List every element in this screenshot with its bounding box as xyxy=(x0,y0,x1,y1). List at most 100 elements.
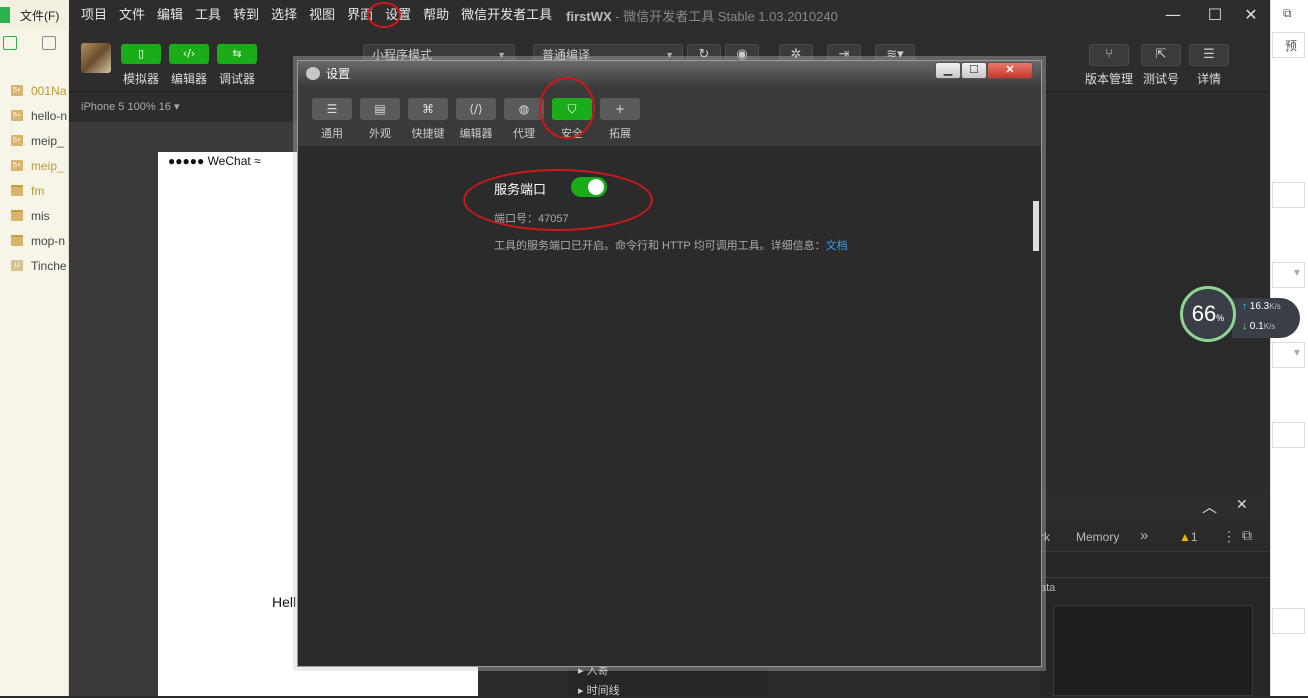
tab-extensions[interactable]: + 拓展 xyxy=(596,98,644,141)
code-icon: ‹/› xyxy=(182,47,196,60)
tab-shortcuts[interactable]: ⌘ 快捷键 xyxy=(404,98,452,141)
tree-item[interactable]: mop-n xyxy=(0,228,69,253)
annotation-circle-security-tab xyxy=(539,77,595,139)
left-app-toolbar xyxy=(0,32,69,56)
more-tabs-icon[interactable]: » xyxy=(1140,527,1148,544)
restore-icon[interactable]: ⧉ xyxy=(1283,6,1292,21)
branch-icon: ⑂ xyxy=(1105,47,1113,62)
settings-dialog-titlebar[interactable]: 设置 ▁ ☐ ✕ xyxy=(298,61,1041,87)
close-icon[interactable]: ✕ xyxy=(1236,497,1248,513)
settings-body xyxy=(304,147,1035,662)
left-app-logo-icon xyxy=(0,7,10,23)
5plus-project-icon: 5+ xyxy=(11,85,23,96)
debugger-toggle-button[interactable]: ⇆ xyxy=(217,44,257,64)
version-management-label: 版本管理 xyxy=(1084,72,1133,86)
app-title: - 微信开发者工具 Stable 1.03.2010240 xyxy=(611,8,838,24)
tree-node[interactable]: ▸ 时间线 xyxy=(568,678,768,698)
tree-item[interactable]: mis xyxy=(0,203,69,228)
doc-link[interactable]: 文档 xyxy=(826,240,848,252)
right-app-select[interactable]: ▼ xyxy=(1272,342,1305,368)
wifi-icon: ≈ xyxy=(254,154,261,168)
menu-help[interactable]: 帮助 xyxy=(417,0,455,30)
debugger-tabs: rk Memory » ▲1 ⋮ ⧉ xyxy=(1040,522,1270,552)
right-app-field[interactable] xyxy=(1272,422,1305,448)
tree-item[interactable]: 5+ 001Na xyxy=(0,78,69,103)
network-speed-widget[interactable]: ↑ 16.3K/s ↓ 0.1K/s 66% xyxy=(1180,286,1300,342)
tree-item[interactable]: fm xyxy=(0,178,69,203)
memory-percent: 66 xyxy=(1191,301,1217,326)
settings-dialog: 设置 ▁ ☐ ✕ ☰ 通用 ▤ 外观 ⌘ 快捷键 ⟨/⟩ 编辑器 ◍ 代理 ⛉ 安全 + 拓展… xyxy=(297,60,1042,667)
tab-general[interactable]: ☰ 通用 xyxy=(308,98,356,141)
new-file-icon[interactable] xyxy=(3,36,17,50)
save-icon[interactable] xyxy=(42,36,56,50)
menu-wechat-devtools[interactable]: 微信开发者工具 xyxy=(455,0,558,30)
avatar[interactable] xyxy=(81,43,111,73)
menu-project[interactable]: 项目 xyxy=(75,0,113,30)
chevron-up-icon[interactable]: ︿ xyxy=(1202,496,1217,517)
memory-usage-gauge: 66% xyxy=(1180,286,1236,342)
tree-item[interactable]: 5+ meip_ xyxy=(0,153,69,178)
maximize-icon[interactable]: ☐ xyxy=(1197,0,1233,30)
right-app-select[interactable]: ▼ xyxy=(1272,262,1305,288)
description-text: 工具的服务端口已开启。命令行和 HTTP 均可调用工具。详细信息： xyxy=(494,240,826,252)
project-name: firstWX xyxy=(566,8,612,24)
command-icon: ⌘ xyxy=(408,98,448,120)
preview-label: 预 xyxy=(1285,39,1298,53)
service-port-description: 工具的服务端口已开启。命令行和 HTTP 均可调用工具。详细信息：文档 xyxy=(494,237,848,253)
upload-speed: ↑ 16.3K/s xyxy=(1242,301,1281,312)
network-speed-panel: ↑ 16.3K/s ↓ 0.1K/s xyxy=(1232,298,1300,338)
close-icon[interactable]: ✕ xyxy=(987,62,1033,79)
left-app-file-menu[interactable]: 文件(F) xyxy=(20,7,59,24)
menu-tools[interactable]: 工具 xyxy=(189,0,227,30)
menu-view[interactable]: 视图 xyxy=(303,0,341,30)
details-button[interactable]: ☰ xyxy=(1189,44,1229,66)
tree-item[interactable]: U Tinche xyxy=(0,253,69,278)
editor-toggle-button[interactable]: ‹/› xyxy=(169,44,209,64)
menu-goto[interactable]: 转到 xyxy=(227,0,265,30)
right-app-field[interactable] xyxy=(1272,608,1305,634)
menu-file[interactable]: 文件 xyxy=(113,0,151,30)
right-app-preview-button[interactable]: 预 xyxy=(1272,32,1305,58)
folder-icon xyxy=(11,210,23,221)
upload-value: 16.3 xyxy=(1249,301,1270,312)
device-select[interactable]: iPhone 5 100% 16 ▾ xyxy=(81,101,179,113)
menu-edit[interactable]: 编辑 xyxy=(151,0,189,30)
minimize-icon[interactable]: ▁ xyxy=(935,62,961,79)
details-label: 详情 xyxy=(1196,72,1221,86)
right-app-field[interactable] xyxy=(1272,182,1305,208)
tab-editor[interactable]: ⟨/⟩ 编辑器 xyxy=(452,98,500,141)
scrollbar[interactable] xyxy=(1033,201,1039,251)
devtools-menubar: 项目 文件 编辑 工具 转到 选择 视图 界面 设置 帮助 微信开发者工具 fi… xyxy=(69,0,1270,30)
code-icon: ⟨/⟩ xyxy=(456,98,496,120)
phone-hello-text: Hell xyxy=(272,594,297,610)
5plus-project-icon: 5+ xyxy=(11,135,23,146)
external-link-icon: ⇱ xyxy=(1155,47,1167,62)
left-app-project-tree: 5+ 001Na 5+ hello-n 5+ meip_ 5+ meip_ fm mis… xyxy=(0,78,69,278)
menu-select[interactable]: 选择 xyxy=(265,0,303,30)
memory-percent-unit: % xyxy=(1216,313,1225,323)
kebab-menu-icon[interactable]: ⋮ xyxy=(1222,528,1236,545)
window-title: firstWX - 微信开发者工具 Stable 1.03.2010240 xyxy=(566,6,838,25)
close-icon[interactable]: ✕ xyxy=(1233,0,1269,30)
debugger-label: 调试器 xyxy=(218,72,255,86)
tab-label: 拓展 xyxy=(609,128,631,140)
tree-item[interactable]: 5+ hello-n xyxy=(0,103,69,128)
maximize-icon[interactable]: ☐ xyxy=(961,62,987,79)
warning-icon: ▲ xyxy=(1179,530,1191,544)
simulator-toggle-button[interactable]: ▯ xyxy=(121,44,161,64)
warning-badge[interactable]: ▲1 xyxy=(1179,530,1198,544)
editor-label: 编辑器 xyxy=(170,72,207,86)
tree-item-label: 001Na xyxy=(31,83,67,98)
status-text: ●●●●● WeChat xyxy=(168,154,251,168)
tab-memory[interactable]: Memory xyxy=(1076,530,1119,544)
version-management-button[interactable]: ⑂ xyxy=(1089,44,1129,66)
left-app-menubar: 文件(F) xyxy=(0,0,69,30)
tree-item-label: meip_ xyxy=(31,133,64,148)
tree-item[interactable]: 5+ meip_ xyxy=(0,128,69,153)
warning-count: 1 xyxy=(1190,530,1198,544)
tab-appearance[interactable]: ▤ 外观 xyxy=(356,98,404,141)
debugger-data-label: ata xyxy=(1040,582,1056,594)
test-account-button[interactable]: ⇱ xyxy=(1141,44,1181,66)
dock-icon[interactable]: ⧉ xyxy=(1242,527,1252,544)
minimize-icon[interactable]: — xyxy=(1155,0,1191,30)
